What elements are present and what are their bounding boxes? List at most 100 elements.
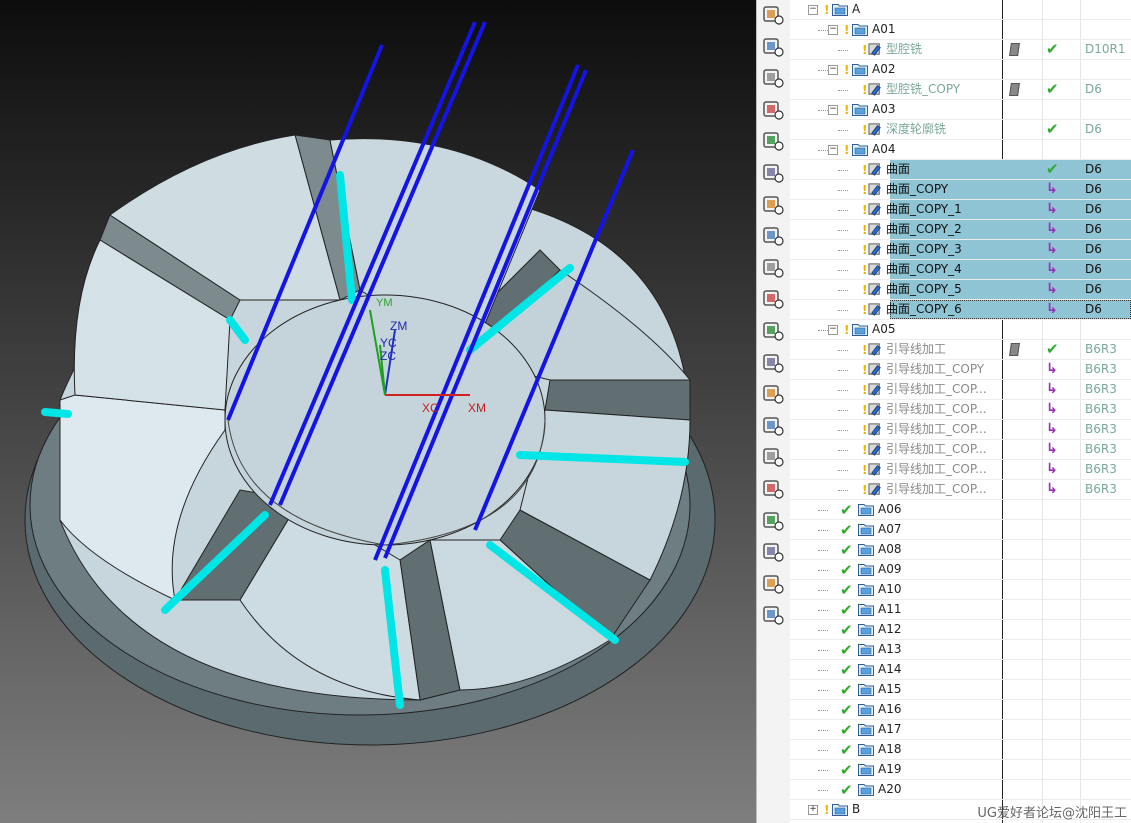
gouge-check-icon[interactable] xyxy=(760,381,786,407)
program-group-row[interactable]: ✔ A11 xyxy=(790,600,1131,620)
operation-row[interactable]: ! 曲面_COPY_5 ↳ D6 xyxy=(790,280,1131,300)
complete-check-icon: ✔ xyxy=(840,721,853,739)
collapse-toggle[interactable]: − xyxy=(828,105,838,115)
tree-connector xyxy=(818,330,828,331)
program-name: A12 xyxy=(878,622,902,636)
program-group-row[interactable]: ✔ A10 xyxy=(790,580,1131,600)
program-name: A17 xyxy=(878,722,902,736)
needs-generate-icon: ! xyxy=(862,343,868,357)
program-group-row[interactable]: −! A03 xyxy=(790,100,1131,120)
collapse-toggle[interactable]: − xyxy=(828,25,838,35)
program-name: A18 xyxy=(878,742,902,756)
operation-navigator[interactable]: −! A −! A01! 型腔铣 ✔ D10R1−! A02! 型腔铣_COPY ✔ D6−! A03… xyxy=(790,0,1131,823)
wrench-icon[interactable] xyxy=(760,223,786,249)
needs-generate-icon: ! xyxy=(844,63,850,77)
program-group-row[interactable]: ✔ A09 xyxy=(790,560,1131,580)
needs-generate-icon: ! xyxy=(844,103,850,117)
verify-icon[interactable] xyxy=(760,160,786,186)
save-icon[interactable] xyxy=(760,508,786,534)
needs-generate-icon: ! xyxy=(862,383,868,397)
complete-check-icon: ✔ xyxy=(840,621,853,639)
program-group-row[interactable]: ✔ A12 xyxy=(790,620,1131,640)
create-program-icon[interactable] xyxy=(760,2,786,28)
list-icon[interactable] xyxy=(760,350,786,376)
tool-name: D6 xyxy=(1085,162,1102,176)
create-geometry-icon[interactable] xyxy=(760,65,786,91)
operation-icon xyxy=(868,202,883,217)
program-name: A09 xyxy=(878,562,902,576)
program-group-row[interactable]: ✔ A16 xyxy=(790,700,1131,720)
operation-row[interactable]: ! 引导线加工_COP... ↳ B6R3 xyxy=(790,420,1131,440)
operation-row[interactable]: ! 引导线加工_COP... ↳ B6R3 xyxy=(790,400,1131,420)
operation-row[interactable]: ! 曲面_COPY_4 ↳ D6 xyxy=(790,260,1131,280)
toolpath-edited-icon xyxy=(1009,43,1020,56)
operation-row[interactable]: ! 曲面_COPY_1 ↳ D6 xyxy=(790,200,1131,220)
program-folder-icon xyxy=(858,663,874,676)
operation-row[interactable]: ! 型腔铣_COPY ✔ D6 xyxy=(790,80,1131,100)
operation-row[interactable]: ! 引导线加工_COP... ↳ B6R3 xyxy=(790,380,1131,400)
operation-name: 曲面_COPY_5 xyxy=(886,282,962,296)
program-folder-icon xyxy=(858,583,874,596)
collapse-toggle[interactable]: − xyxy=(828,325,838,335)
needs-generate-icon: ! xyxy=(862,483,868,497)
program-name: A15 xyxy=(878,682,902,696)
complete-check-icon: ✔ xyxy=(840,561,853,579)
create-method-icon[interactable] xyxy=(760,97,786,123)
program-group-row[interactable]: −! A05 xyxy=(790,320,1131,340)
program-name: A14 xyxy=(878,662,902,676)
clamp-icon[interactable] xyxy=(760,255,786,281)
program-group-row[interactable]: ✔ A13 xyxy=(790,640,1131,660)
ipw-icon[interactable] xyxy=(760,602,786,628)
program-group-row[interactable]: ✔ A15 xyxy=(790,680,1131,700)
tree-connector xyxy=(838,250,848,251)
program-group-row[interactable]: ✔ A07 xyxy=(790,520,1131,540)
tree-connector xyxy=(838,170,848,171)
program-group-row[interactable]: ✔ A19 xyxy=(790,760,1131,780)
hide-icon[interactable] xyxy=(760,571,786,597)
generate-toolpath-icon[interactable] xyxy=(760,286,786,312)
shop-doc-icon[interactable] xyxy=(760,444,786,470)
operation-row[interactable]: ! 引导线加工_COP... ↳ B6R3 xyxy=(790,440,1131,460)
operation-row[interactable]: ! 深度轮廓铣 ✔ D6 xyxy=(790,120,1131,140)
axis-yc-label: YC xyxy=(380,336,397,350)
program-group-row[interactable]: ✔ A14 xyxy=(790,660,1131,680)
tree-connector xyxy=(838,390,848,391)
operation-row[interactable]: ! 曲面 ✔ D6 xyxy=(790,160,1131,180)
replay-toolpath-icon[interactable] xyxy=(760,318,786,344)
tree-connector xyxy=(818,150,828,151)
program-group-row[interactable]: −! A01 xyxy=(790,20,1131,40)
collapse-toggle[interactable]: − xyxy=(808,5,818,15)
operation-row[interactable]: ! 型腔铣 ✔ D10R1 xyxy=(790,40,1131,60)
program-group-row[interactable]: ✔ A18 xyxy=(790,740,1131,760)
create-operation-icon[interactable] xyxy=(760,128,786,154)
post-output-icon[interactable] xyxy=(760,476,786,502)
operation-row[interactable]: ! 引导线加工_COP... ↳ B6R3 xyxy=(790,460,1131,480)
operation-row[interactable]: ! 引导线加工 ✔ B6R3 xyxy=(790,340,1131,360)
post-process-icon[interactable] xyxy=(760,413,786,439)
complete-check-icon: ✔ xyxy=(840,581,853,599)
expand-toggle[interactable]: + xyxy=(808,805,818,815)
operation-row[interactable]: ! 曲面_COPY_6 ↳ D6 xyxy=(790,300,1131,320)
needs-generate-icon: ! xyxy=(862,243,868,257)
operation-name: 引导线加工_COP... xyxy=(886,442,987,456)
operation-row[interactable]: ! 引导线加工_COPY ↳ B6R3 xyxy=(790,360,1131,380)
operation-row[interactable]: ! 引导线加工_COP... ↳ B6R3 xyxy=(790,480,1131,500)
show-icon[interactable] xyxy=(760,539,786,565)
operation-row[interactable]: ! 曲面_COPY_2 ↳ D6 xyxy=(790,220,1131,240)
create-tool-icon[interactable] xyxy=(760,34,786,60)
program-folder-icon xyxy=(858,603,874,616)
program-group-row[interactable]: −! A04 xyxy=(790,140,1131,160)
program-group-row[interactable]: ✔ A06 xyxy=(790,500,1131,520)
simulate-icon[interactable] xyxy=(760,192,786,218)
graphics-viewport[interactable]: ZM YC ZC XC XM YM xyxy=(0,0,756,823)
program-group-row[interactable]: ✔ A20 xyxy=(790,780,1131,800)
operation-name: 引导线加工 xyxy=(886,342,947,356)
program-group-row[interactable]: −! A xyxy=(790,0,1131,20)
program-group-row[interactable]: ✔ A08 xyxy=(790,540,1131,560)
operation-row[interactable]: ! 曲面_COPY ↳ D6 xyxy=(790,180,1131,200)
program-group-row[interactable]: −! A02 xyxy=(790,60,1131,80)
collapse-toggle[interactable]: − xyxy=(828,65,838,75)
operation-row[interactable]: ! 曲面_COPY_3 ↳ D6 xyxy=(790,240,1131,260)
collapse-toggle[interactable]: − xyxy=(828,145,838,155)
program-group-row[interactable]: ✔ A17 xyxy=(790,720,1131,740)
